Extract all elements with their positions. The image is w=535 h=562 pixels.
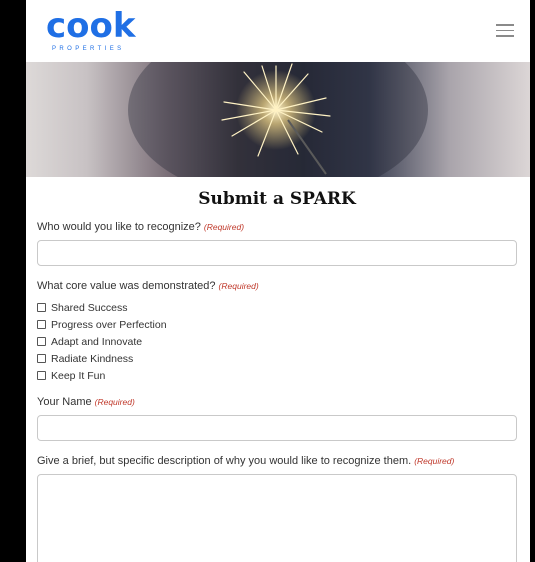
recognize-label: Who would you like to recognize? (Require… <box>37 221 245 233</box>
adapt-and-innovate-checkbox[interactable] <box>37 337 46 346</box>
core-value-option[interactable]: Radiate Kindness <box>37 350 517 367</box>
description-textarea[interactable] <box>37 474 517 562</box>
sparkler-icon <box>128 62 428 177</box>
logo-wordmark: cook <box>46 6 136 46</box>
logo[interactable]: cook PROPERTIES <box>46 8 135 52</box>
core-value-option[interactable]: Progress over Perfection <box>37 316 517 333</box>
spark-form: Submit a SPARK Who would you like to rec… <box>26 189 530 562</box>
radiate-kindness-checkbox[interactable] <box>37 354 46 363</box>
page: cook PROPERTIES Submit a SPARK Who would… <box>26 0 530 562</box>
required-tag: (Required) <box>94 397 135 407</box>
hamburger-menu-icon[interactable] <box>496 24 514 38</box>
site-header: cook PROPERTIES <box>26 0 530 62</box>
core-value-label: What core value was demonstrated? (Requir… <box>37 280 259 292</box>
form-title: Submit a SPARK <box>198 189 356 209</box>
description-label: Give a brief, but specific description o… <box>37 455 455 467</box>
hero-image-sparkler <box>26 62 530 177</box>
recognize-input[interactable] <box>37 240 517 266</box>
core-value-option[interactable]: Keep It Fun <box>37 367 517 384</box>
progress-over-perfection-checkbox[interactable] <box>37 320 46 329</box>
your-name-input[interactable] <box>37 415 517 441</box>
shared-success-checkbox[interactable] <box>37 303 46 312</box>
required-tag: (Required) <box>414 456 455 466</box>
your-name-label: Your Name (Required) <box>37 396 135 408</box>
required-tag: (Required) <box>218 281 259 291</box>
keep-it-fun-checkbox[interactable] <box>37 371 46 380</box>
logo-tagline: PROPERTIES <box>52 46 125 52</box>
required-tag: (Required) <box>203 222 245 232</box>
core-value-option[interactable]: Adapt and Innovate <box>37 333 517 350</box>
core-value-checkboxes: Shared Success Progress over Perfection … <box>37 299 517 384</box>
core-value-option[interactable]: Shared Success <box>37 299 517 316</box>
